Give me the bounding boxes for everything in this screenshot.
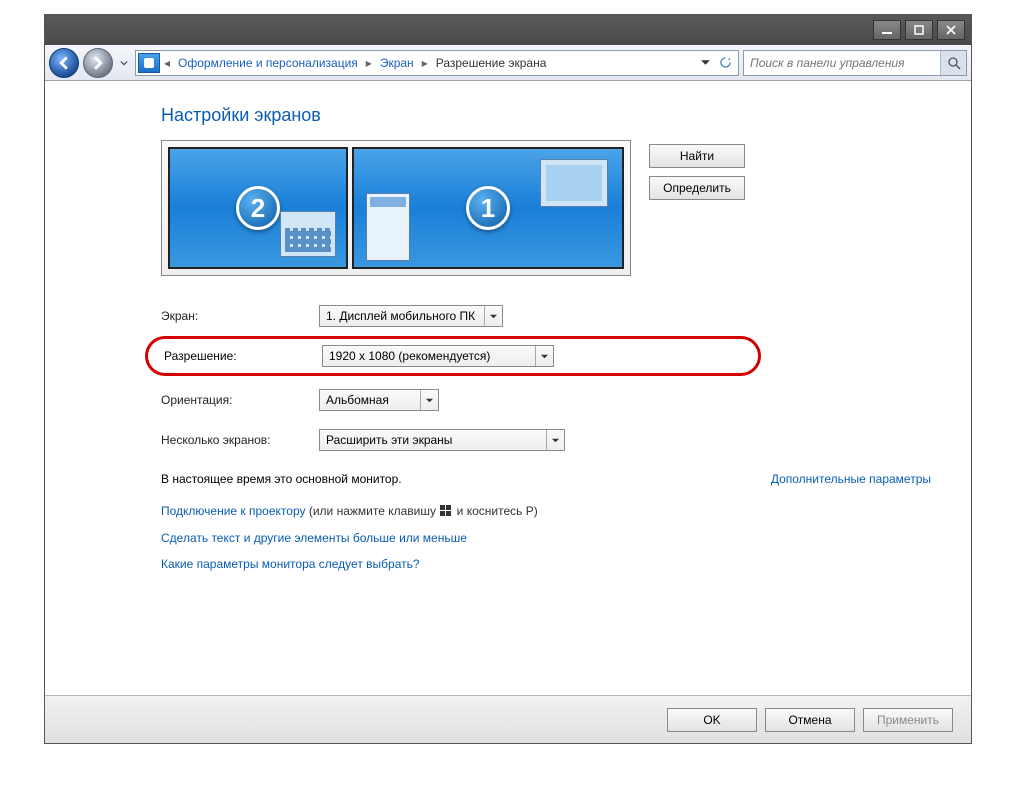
content-area: Настройки экранов 2 1 Найти Определить xyxy=(45,81,971,695)
resolution-select[interactable]: 1920 x 1080 (рекомендуется) xyxy=(322,345,554,367)
maximize-button[interactable] xyxy=(905,20,933,40)
window-thumb-icon xyxy=(366,193,410,261)
advanced-settings-link[interactable]: Дополнительные параметры xyxy=(771,472,931,486)
back-button[interactable] xyxy=(49,48,79,78)
chevron-down-icon xyxy=(535,346,553,366)
navigation-bar: ◂ Оформление и персонализация ▸ Экран ▸ … xyxy=(45,45,971,81)
apply-button[interactable]: Применить xyxy=(863,708,953,732)
text-size-link[interactable]: Сделать текст и другие элементы больше и… xyxy=(161,531,971,545)
monitor-1[interactable]: 1 xyxy=(352,147,624,269)
breadcrumb-display[interactable]: Экран xyxy=(374,51,420,75)
resolution-row-highlight: Разрешение: 1920 x 1080 (рекомендуется) xyxy=(145,336,761,376)
search-input[interactable] xyxy=(744,56,940,70)
window-thumb-icon xyxy=(280,211,336,257)
orientation-label: Ориентация: xyxy=(161,393,319,407)
titlebar xyxy=(45,15,971,45)
main-monitor-status: В настоящее время это основной монитор. xyxy=(161,472,402,486)
projector-link[interactable]: Подключение к проектору (или нажмите кла… xyxy=(161,504,971,519)
chevron-right-icon: ▸ xyxy=(364,56,374,70)
search-button[interactable] xyxy=(940,51,966,75)
close-button[interactable] xyxy=(937,20,965,40)
monitor-2[interactable]: 2 xyxy=(168,147,348,269)
detect-button[interactable]: Найти xyxy=(649,144,745,168)
windows-key-icon xyxy=(439,505,453,519)
page-title: Настройки экранов xyxy=(161,105,971,126)
chevron-down-icon xyxy=(546,430,564,450)
orientation-select[interactable]: Альбомная xyxy=(319,389,439,411)
control-panel-icon xyxy=(138,53,160,73)
breadcrumb-resolution: Разрешение экрана xyxy=(430,51,553,75)
orientation-row: Ориентация: Альбомная xyxy=(161,380,891,420)
chevron-left-icon: ◂ xyxy=(162,56,172,70)
ok-button[interactable]: OK xyxy=(667,708,757,732)
display-select[interactable]: 1. Дисплей мобильного ПК xyxy=(319,305,503,327)
window-thumb-icon xyxy=(540,159,608,207)
breadcrumb-appearance[interactable]: Оформление и персонализация xyxy=(172,51,364,75)
identify-button[interactable]: Определить xyxy=(649,176,745,200)
dialog-footer: OK Отмена Применить xyxy=(45,695,971,743)
multiple-displays-select[interactable]: Расширить эти экраны xyxy=(319,429,565,451)
chevron-down-icon xyxy=(420,390,438,410)
display-row: Экран: 1. Дисплей мобильного ПК xyxy=(161,296,891,336)
window-frame: ◂ Оформление и персонализация ▸ Экран ▸ … xyxy=(44,14,972,744)
which-settings-link[interactable]: Какие параметры монитора следует выбрать… xyxy=(161,557,971,571)
chevron-down-icon xyxy=(484,306,502,326)
address-bar[interactable]: ◂ Оформление и персонализация ▸ Экран ▸ … xyxy=(135,50,739,76)
multiple-displays-label: Несколько экранов: xyxy=(161,433,319,447)
chevron-right-icon: ▸ xyxy=(420,56,430,70)
forward-button[interactable] xyxy=(83,48,113,78)
search-box[interactable] xyxy=(743,50,967,76)
monitor-number-badge: 2 xyxy=(236,186,280,230)
address-dropdown[interactable] xyxy=(696,53,714,73)
monitor-number-badge: 1 xyxy=(466,186,510,230)
display-label: Экран: xyxy=(161,309,319,323)
minimize-button[interactable] xyxy=(873,20,901,40)
cancel-button[interactable]: Отмена xyxy=(765,708,855,732)
refresh-button[interactable] xyxy=(716,53,734,73)
multiple-displays-row: Несколько экранов: Расширить эти экраны xyxy=(161,420,891,460)
resolution-label: Разрешение: xyxy=(164,349,322,363)
monitor-preview[interactable]: 2 1 xyxy=(161,140,631,276)
nav-history-dropdown[interactable] xyxy=(117,51,131,75)
